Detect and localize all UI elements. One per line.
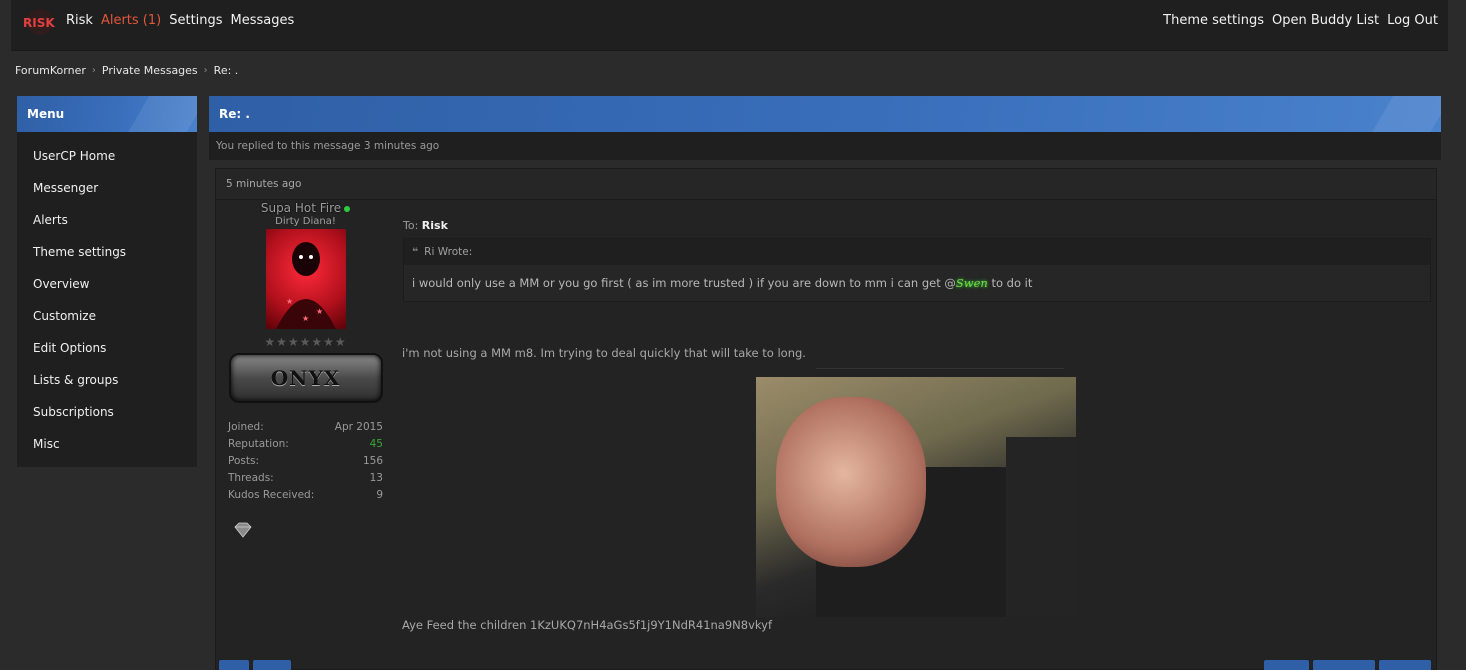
svg-text:★: ★ <box>302 314 309 323</box>
top-bar: RISK Risk Alerts (1) Settings Messages T… <box>11 0 1448 51</box>
sidebar-item-subscriptions[interactable]: Subscriptions <box>33 400 197 432</box>
sidebar-menu: Menu UserCP Home Messenger Alerts Theme … <box>17 96 197 467</box>
author-panel: Supa Hot Fire Dirty Diana! ★ ★ ★ ★★★★★★★ O… <box>228 201 383 542</box>
quote-author: Ri Wrote: <box>424 246 473 258</box>
post-action-button[interactable] <box>1313 660 1375 670</box>
embedded-gif-image <box>756 377 1076 617</box>
diamond-award-icon <box>234 522 252 538</box>
sidebar-item-misc[interactable]: Misc <box>33 432 197 464</box>
stat-label: Reputation: <box>228 438 289 450</box>
breadcrumb-current: Re: . <box>213 64 239 77</box>
site-logo[interactable]: RISK <box>21 8 59 36</box>
sidebar-item-overview[interactable]: Overview <box>33 272 197 304</box>
post-actions-left <box>219 660 291 670</box>
user-link[interactable]: Risk <box>66 13 93 28</box>
avatar-figure-icon: ★ ★ ★ <box>275 242 336 329</box>
messages-link[interactable]: Messages <box>231 13 295 28</box>
post-action-button[interactable] <box>219 660 249 670</box>
breadcrumb-forum[interactable]: ForumKorner <box>15 64 86 77</box>
stat-kudos: Kudos Received: 9 <box>228 489 383 506</box>
stat-threads: Threads: 13 <box>228 472 383 489</box>
svg-text:RISK: RISK <box>23 16 55 30</box>
quote-text: i would only use a MM or you go first ( … <box>404 265 1430 301</box>
sidebar-item-usercp-home[interactable]: UserCP Home <box>33 144 197 176</box>
quote-header: ❝ Ri Wrote: <box>404 239 1430 265</box>
post-action-button[interactable] <box>253 660 291 670</box>
sidebar-list: UserCP Home Messenger Alerts Theme setti… <box>17 132 197 464</box>
stat-label: Posts: <box>228 455 259 467</box>
sidebar-item-messenger[interactable]: Messenger <box>33 176 197 208</box>
logout-link[interactable]: Log Out <box>1387 13 1438 28</box>
settings-link[interactable]: Settings <box>169 13 222 28</box>
sidebar-title: Menu <box>17 96 197 132</box>
recipient-line: To: Risk <box>403 219 1431 232</box>
stat-value[interactable]: 45 <box>370 438 383 455</box>
quote-icon: ❝ <box>412 246 419 258</box>
stat-value: 13 <box>369 472 383 484</box>
author-name[interactable]: Supa Hot Fire <box>261 201 341 215</box>
to-label: To: <box>403 219 419 232</box>
chevron-right-icon: › <box>91 65 96 76</box>
breadcrumb-private-messages[interactable]: Private Messages <box>102 64 198 77</box>
theme-settings-link[interactable]: Theme settings <box>1163 13 1264 28</box>
sidebar-item-alerts[interactable]: Alerts <box>33 208 197 240</box>
avatar[interactable]: ★ ★ ★ <box>265 229 346 329</box>
post-actions-right <box>1264 660 1431 670</box>
stat-label: Joined: <box>228 421 264 433</box>
author-name-row: Supa Hot Fire <box>228 201 383 215</box>
rank-stars-icon: ★★★★★★★ <box>264 335 347 349</box>
reply-body: i'm not using a MM m8. Im trying to deal… <box>402 346 806 360</box>
sidebar-item-edit-options[interactable]: Edit Options <box>33 336 197 368</box>
stat-value: Apr 2015 <box>334 421 383 433</box>
svg-text:★: ★ <box>286 297 293 306</box>
sidebar-item-customize[interactable]: Customize <box>33 304 197 336</box>
stat-value: 156 <box>362 455 383 467</box>
quote-text-before: i would only use a MM or you go first ( … <box>412 276 956 290</box>
signature: Aye Feed the children 1KzUKQ7nH4aGs5f1j9… <box>402 618 773 632</box>
top-nav-left: Risk Alerts (1) Settings Messages <box>66 13 294 28</box>
thread-title: Re: . <box>209 96 1441 132</box>
author-title: Dirty Diana! <box>275 216 336 227</box>
user-mention[interactable]: Swen <box>956 276 988 290</box>
svg-text:★: ★ <box>316 307 323 316</box>
sidebar-item-lists-groups[interactable]: Lists & groups <box>33 368 197 400</box>
stat-label: Threads: <box>228 472 274 484</box>
stat-label: Kudos Received: <box>228 489 315 501</box>
gif-side-shape <box>1006 437 1076 617</box>
post-action-button[interactable] <box>1264 660 1309 670</box>
reply-note: You replied to this message 3 minutes ag… <box>209 132 1441 160</box>
breadcrumb: ForumKorner › Private Messages › Re: . <box>15 64 238 77</box>
post-timestamp: 5 minutes ago <box>216 169 1436 200</box>
chevron-right-icon: › <box>203 65 208 76</box>
signature-divider <box>816 368 1064 369</box>
main-panel: Re: . You replied to this message 3 minu… <box>209 96 1441 160</box>
message-post: 5 minutes ago Supa Hot Fire Dirty Diana!… <box>215 168 1437 670</box>
post-action-button[interactable] <box>1379 660 1431 670</box>
online-status-icon <box>344 205 351 212</box>
stat-joined: Joined: Apr 2015 <box>228 421 383 438</box>
author-stats: Joined: Apr 2015 Reputation: 45 Posts: 156 … <box>228 421 383 506</box>
alerts-link[interactable]: Alerts (1) <box>101 13 161 28</box>
stat-posts: Posts: 156 <box>228 455 383 472</box>
sidebar-item-theme-settings[interactable]: Theme settings <box>33 240 197 272</box>
buddy-list-link[interactable]: Open Buddy List <box>1272 13 1379 28</box>
gif-face-shape <box>776 397 926 567</box>
message-content: To: Risk ❝ Ri Wrote: i would only use a M… <box>403 219 1431 302</box>
quote-text-after: to do it <box>987 276 1033 290</box>
rank-badge: ONYX <box>228 353 383 403</box>
recipient-name[interactable]: Risk <box>422 219 448 232</box>
stat-value: 9 <box>376 489 383 501</box>
top-nav-right: Theme settings Open Buddy List Log Out <box>1163 13 1438 28</box>
stat-reputation: Reputation: 45 <box>228 438 383 455</box>
quote-block: ❝ Ri Wrote: i would only use a MM or you … <box>403 238 1431 302</box>
